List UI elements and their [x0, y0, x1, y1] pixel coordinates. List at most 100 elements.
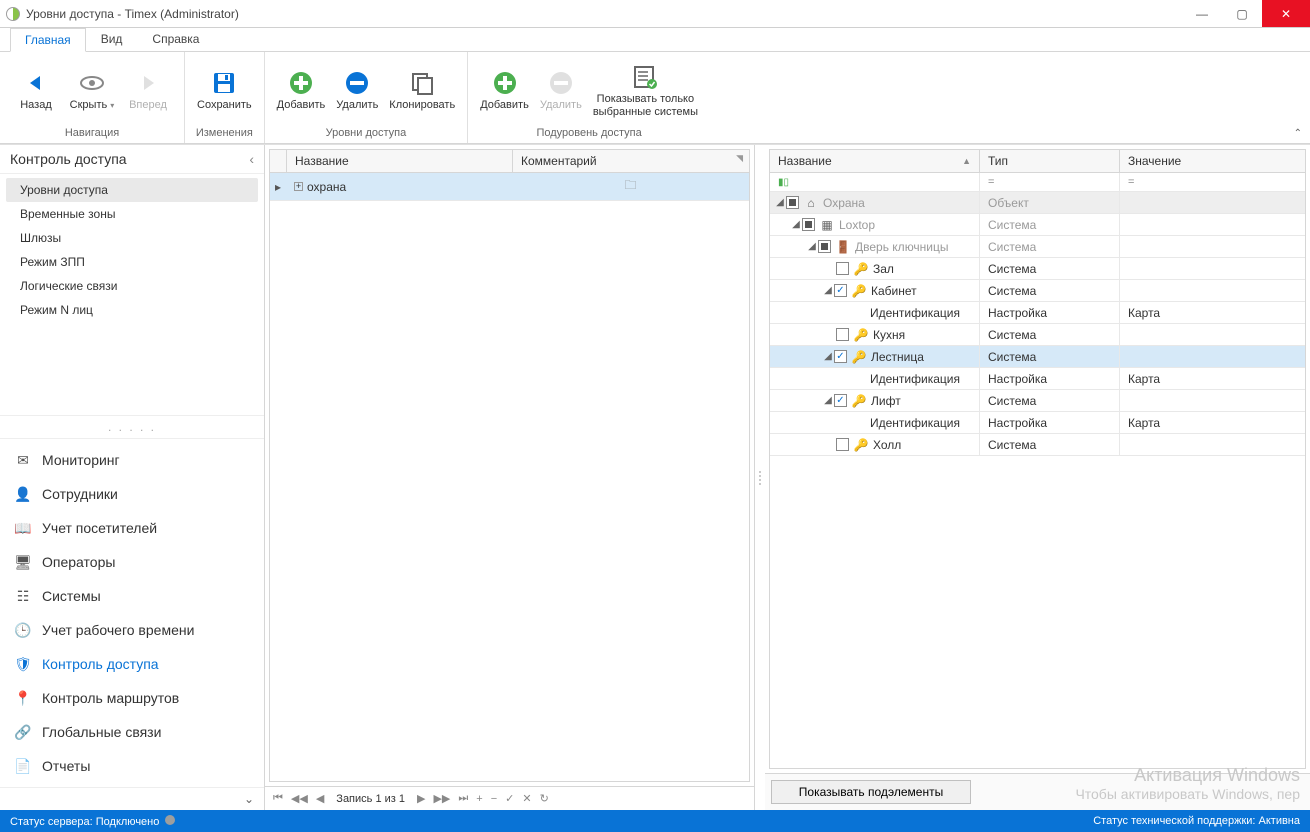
- tree-col-value[interactable]: Значение: [1120, 150, 1305, 172]
- delete-level-button[interactable]: Удалить: [329, 67, 385, 114]
- tab-view[interactable]: Вид: [86, 27, 138, 51]
- tree-col-type[interactable]: Тип: [980, 150, 1120, 172]
- nav-operators[interactable]: 🖥Операторы: [0, 545, 264, 579]
- filter-icon[interactable]: ◥: [736, 153, 743, 164]
- show-subelements-button[interactable]: Показывать подэлементы: [771, 780, 971, 804]
- tree-row[interactable]: ◢✓🔑Кабинет Система: [770, 280, 1305, 302]
- expand-icon[interactable]: +: [294, 182, 303, 191]
- sidebar-item-time-zones[interactable]: Временные зоны: [6, 202, 258, 226]
- collapse-icon[interactable]: ◢: [822, 285, 834, 296]
- titlebar: Уровни доступа - Timex (Administrator) —…: [0, 0, 1310, 28]
- collapse-icon[interactable]: ◢: [822, 395, 834, 406]
- checkbox-checked[interactable]: ✓: [834, 284, 847, 297]
- sidebar-collapse-icon[interactable]: ‹: [249, 151, 254, 167]
- nav-employees[interactable]: 👤Сотрудники: [0, 477, 264, 511]
- tab-help[interactable]: Справка: [137, 27, 214, 51]
- checkbox-checked[interactable]: ✓: [834, 350, 847, 363]
- sidebar-item-gateways[interactable]: Шлюзы: [6, 226, 258, 250]
- back-button[interactable]: Назад: [8, 67, 64, 114]
- checkbox-checked[interactable]: ✓: [834, 394, 847, 407]
- device-icon: ▦: [819, 218, 835, 232]
- col-name[interactable]: Название: [287, 150, 513, 172]
- tree-row[interactable]: Идентификация НастройкаКарта: [770, 302, 1305, 324]
- key-icon: 🔑: [853, 328, 869, 342]
- checkbox-tri[interactable]: [818, 240, 831, 253]
- collapse-icon[interactable]: ◢: [822, 351, 834, 362]
- hide-button[interactable]: Скрыть ▾: [64, 67, 120, 114]
- nav-access-control[interactable]: 🛡Контроль доступа: [0, 647, 264, 681]
- add-level-button[interactable]: Добавить: [273, 67, 330, 114]
- maximize-button[interactable]: ▢: [1222, 0, 1262, 27]
- screen-icon: 🖥: [14, 553, 32, 571]
- pager-next-page[interactable]: ▶▶: [431, 792, 452, 805]
- sidebar-item-zpp[interactable]: Режим ЗПП: [6, 250, 258, 274]
- tree-row-root[interactable]: ◢⌂Охрана Объект: [770, 192, 1305, 214]
- tree-row[interactable]: 🔑Кухня Система: [770, 324, 1305, 346]
- pager-ok[interactable]: ✓: [503, 792, 516, 805]
- save-button[interactable]: Сохранить: [193, 67, 256, 114]
- sidebar: Контроль доступа ‹ Уровни доступа Времен…: [0, 145, 265, 810]
- nav-systems[interactable]: ☷Системы: [0, 579, 264, 613]
- pager-add[interactable]: +: [474, 793, 484, 805]
- folder-icon: 🗀: [512, 173, 749, 200]
- pager-cancel[interactable]: ✕: [520, 792, 533, 805]
- tree-col-name[interactable]: Название▲: [770, 150, 980, 172]
- close-button[interactable]: ✕: [1262, 0, 1310, 27]
- pager-prev[interactable]: ◀: [314, 792, 326, 805]
- nav-global-links[interactable]: 🔗Глобальные связи: [0, 715, 264, 749]
- sidebar-item-n-persons[interactable]: Режим N лиц: [6, 298, 258, 322]
- save-icon: [210, 69, 238, 97]
- nav-monitoring[interactable]: ✉Мониторинг: [0, 443, 264, 477]
- row-indicator-icon: ▸: [270, 180, 286, 194]
- checkbox-tri[interactable]: [802, 218, 815, 231]
- ribbon-collapse-button[interactable]: ⌃: [1294, 128, 1302, 139]
- pager-prev-page[interactable]: ◀◀: [289, 792, 310, 805]
- add-sublevel-button[interactable]: Добавить: [476, 67, 533, 114]
- tab-main[interactable]: Главная: [10, 28, 86, 52]
- delete-sublevel-button[interactable]: Удалить: [533, 67, 589, 114]
- show-selected-button[interactable]: Показывать только выбранные системы: [589, 61, 702, 120]
- tree-row[interactable]: 🔑Зал Система: [770, 258, 1305, 280]
- splitter[interactable]: [755, 145, 765, 810]
- nav-routes[interactable]: 📍Контроль маршрутов: [0, 681, 264, 715]
- sidebar-title: Контроль доступа: [10, 151, 127, 167]
- sidebar-chevron-down[interactable]: ⌄: [0, 787, 264, 810]
- sidebar-item-logic[interactable]: Логические связи: [6, 274, 258, 298]
- checkbox-tri[interactable]: [786, 196, 799, 209]
- grid-row[interactable]: ▸ + охрана 🗀: [270, 173, 749, 201]
- clone-button[interactable]: Клонировать: [385, 67, 459, 114]
- graph-icon: ☷: [14, 587, 32, 605]
- nav-visitors[interactable]: 📖Учет посетителей: [0, 511, 264, 545]
- collapse-icon[interactable]: ◢: [774, 197, 786, 208]
- sidebar-splitter[interactable]: . . . . .: [0, 415, 264, 439]
- pager-next[interactable]: ▶: [415, 792, 427, 805]
- doc-icon: 📄: [14, 757, 32, 775]
- tree-row[interactable]: ◢🚪Дверь ключницы Система: [770, 236, 1305, 258]
- levels-grid: Название Комментарий◥ ▸ + охрана 🗀 ⏮ ◀◀ …: [265, 145, 755, 810]
- key-icon: 🔑: [851, 284, 867, 298]
- checkbox[interactable]: [836, 438, 849, 451]
- pager-last[interactable]: ⏭: [456, 792, 470, 805]
- minimize-button[interactable]: —: [1182, 0, 1222, 27]
- checkbox[interactable]: [836, 262, 849, 275]
- checkbox[interactable]: [836, 328, 849, 341]
- tree-row[interactable]: ◢✓🔑Лифт Система: [770, 390, 1305, 412]
- tree-row-selected[interactable]: ◢✓🔑Лестница Система: [770, 346, 1305, 368]
- col-comment[interactable]: Комментарий◥: [513, 150, 749, 172]
- collapse-icon[interactable]: ◢: [806, 241, 818, 252]
- nav-reports[interactable]: 📄Отчеты: [0, 749, 264, 783]
- nav-time-tracking[interactable]: 🕒Учет рабочего времени: [0, 613, 264, 647]
- tree-row[interactable]: 🔑Холл Система: [770, 434, 1305, 456]
- pager-first[interactable]: ⏮: [271, 792, 285, 805]
- pager-del[interactable]: −: [489, 793, 499, 805]
- tree-row[interactable]: Идентификация НастройкаКарта: [770, 412, 1305, 434]
- tree-row[interactable]: Идентификация НастройкаКарта: [770, 368, 1305, 390]
- pager-refresh[interactable]: ↻: [538, 792, 551, 805]
- key-icon: 🔑: [853, 438, 869, 452]
- collapse-icon[interactable]: ◢: [790, 219, 802, 230]
- forward-icon: [134, 69, 162, 97]
- person-icon: 👤: [14, 485, 32, 503]
- sidebar-item-access-levels[interactable]: Уровни доступа: [6, 178, 258, 202]
- forward-button[interactable]: Вперед: [120, 67, 176, 114]
- tree-row[interactable]: ◢▦Loxtop Система: [770, 214, 1305, 236]
